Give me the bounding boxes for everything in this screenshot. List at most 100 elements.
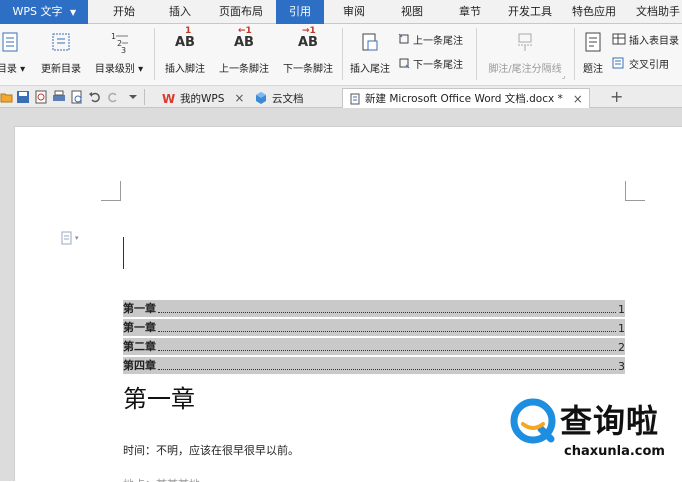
- prev-endnote-icon: [398, 33, 409, 44]
- prev-footnote-label: 上一条脚注: [219, 64, 269, 75]
- margin-corner-top-right: [625, 181, 645, 201]
- toc-entry-page: 3: [618, 360, 625, 373]
- redo-icon[interactable]: [106, 90, 120, 104]
- toc-entry[interactable]: 第四章 3: [123, 357, 625, 374]
- insert-table-toc-button[interactable]: 插入表目录: [612, 30, 679, 48]
- toc-button[interactable]: 目录 ▾: [0, 28, 26, 80]
- app-name: WPS 文字: [12, 5, 63, 18]
- svg-text:1: 1: [111, 32, 116, 41]
- toolbar-divider: [144, 89, 145, 105]
- undo-icon[interactable]: [88, 90, 102, 104]
- caption-label: 题注: [583, 64, 603, 75]
- ribbon-separator: [574, 28, 575, 80]
- tab-view[interactable]: 视图: [392, 0, 432, 24]
- tab-document-label: 新建 Microsoft Office Word 文档.docx *: [365, 93, 563, 105]
- ribbon: 目录 ▾ 更新目录 123 目录级别 ▾ AB 1 插入脚注 AB ←1 上一条脚注…: [0, 24, 682, 86]
- next-footnote-label: 下一条脚注: [283, 64, 333, 75]
- toc-entry-page: 1: [618, 322, 625, 335]
- tab-insert[interactable]: 插入: [160, 0, 200, 24]
- next-endnote-button[interactable]: 下一条尾注: [398, 54, 463, 72]
- toc-entry-title: 第一章: [123, 321, 156, 334]
- insert-footnote-button[interactable]: AB 1 插入脚注: [160, 26, 210, 80]
- toc-leader: [158, 350, 616, 351]
- tab-start[interactable]: 开始: [104, 0, 144, 24]
- wps-w-icon: W: [162, 92, 175, 104]
- toc-entry[interactable]: 第一章 1: [123, 319, 625, 336]
- tab-features[interactable]: 特色应用: [566, 0, 622, 24]
- update-toc-button[interactable]: 更新目录: [38, 28, 84, 80]
- cross-reference-label: 交叉引用: [629, 59, 669, 71]
- close-icon[interactable]: ×: [573, 92, 583, 106]
- insert-endnote-button[interactable]: 插入尾注: [346, 28, 394, 80]
- open-folder-icon[interactable]: [0, 90, 14, 104]
- next-footnote-icon: AB →1: [298, 25, 318, 50]
- close-icon[interactable]: ×: [234, 91, 244, 105]
- watermark-text: 查询啦: [560, 402, 660, 440]
- next-endnote-label: 下一条尾注: [413, 59, 463, 71]
- next-footnote-button[interactable]: AB →1 下一条脚注: [278, 25, 338, 80]
- caption-icon: [578, 28, 608, 56]
- insert-footnote-label: 插入脚注: [165, 64, 205, 75]
- wps-app-menu-button[interactable]: WPS 文字 ▼: [0, 0, 88, 24]
- prev-endnote-label: 上一条尾注: [413, 35, 463, 47]
- tab-references[interactable]: 引用: [276, 0, 324, 24]
- tab-doc-assistant[interactable]: 文档助手: [630, 0, 682, 24]
- watermark: 查询啦 chaxunla.com: [508, 392, 682, 481]
- toc-entry-title: 第一章: [123, 302, 156, 315]
- new-tab-plus-icon[interactable]: +: [610, 87, 623, 106]
- tab-section[interactable]: 章节: [450, 0, 490, 24]
- export-pdf-icon[interactable]: [34, 90, 48, 104]
- svg-text:W: W: [162, 92, 175, 104]
- table-toc-icon: [612, 33, 626, 45]
- toc-entry-page: 1: [618, 303, 625, 316]
- tab-page-layout[interactable]: 页面布局: [212, 0, 270, 24]
- toc-entry[interactable]: 第一章 1: [123, 300, 625, 317]
- cloud-cube-icon: [256, 92, 266, 104]
- toc-leader: [158, 331, 616, 332]
- caption-button[interactable]: 题注: [578, 28, 608, 80]
- cross-reference-icon: [612, 57, 624, 69]
- dialog-launcher-icon[interactable]: ⌟: [562, 72, 565, 80]
- toc-icon: [0, 28, 26, 56]
- body-paragraph-cut-off: 地点：某某某地: [123, 476, 200, 482]
- body-paragraph: 时间：不明，应该在很早很早以前。: [123, 444, 299, 457]
- tab-review[interactable]: 审阅: [334, 0, 374, 24]
- paragraph-handle[interactable]: ▾: [61, 231, 79, 245]
- tab-my-wps-label: 我的WPS: [180, 92, 225, 105]
- ribbon-separator: [154, 28, 155, 80]
- next-endnote-icon: [399, 58, 410, 69]
- insert-endnote-icon: [346, 28, 394, 56]
- chevron-down-icon[interactable]: [126, 90, 140, 104]
- tab-cloud-docs[interactable]: 云文档 ×: [254, 88, 354, 108]
- toc-level-icon: 123: [90, 28, 148, 56]
- toc-level-button[interactable]: 123 目录级别 ▾: [90, 28, 148, 80]
- footnote-separator-button[interactable]: 脚注/尾注分隔线: [480, 28, 570, 80]
- insert-endnote-label: 插入尾注: [350, 64, 390, 75]
- margin-corner-top-left: [101, 181, 121, 201]
- chevron-down-icon: ▼: [70, 8, 77, 17]
- footnote-separator-label: 脚注/尾注分隔线: [488, 64, 562, 75]
- insert-table-toc-label: 插入表目录: [629, 35, 679, 47]
- print-preview-icon[interactable]: [70, 90, 84, 104]
- toc-entry-title: 第二章: [123, 340, 156, 353]
- tab-document[interactable]: 新建 Microsoft Office Word 文档.docx * ×: [342, 88, 590, 108]
- update-toc-icon: [38, 28, 84, 56]
- chevron-down-icon: ▾: [75, 234, 79, 242]
- toc-label: 目录: [0, 64, 17, 75]
- ribbon-separator: [342, 28, 343, 80]
- tab-developer[interactable]: 开发工具: [502, 0, 558, 24]
- toc-entry-title: 第四章: [123, 359, 156, 372]
- save-icon[interactable]: [16, 90, 30, 104]
- prev-footnote-icon: AB ←1: [234, 25, 254, 50]
- toc-entry[interactable]: 第二章 2: [123, 338, 625, 355]
- document-icon: [350, 93, 360, 104]
- tab-my-wps[interactable]: W 我的WPS ×: [162, 88, 244, 108]
- separator-icon: [480, 28, 570, 56]
- cross-reference-button[interactable]: 交叉引用: [612, 54, 669, 72]
- prev-endnote-button[interactable]: 上一条尾注: [398, 30, 463, 48]
- prev-footnote-button[interactable]: AB ←1 上一条脚注: [214, 25, 274, 80]
- print-icon[interactable]: [52, 90, 66, 104]
- toc-entry-page: 2: [618, 341, 625, 354]
- update-toc-label: 更新目录: [41, 64, 81, 75]
- menu-bar: WPS 文字 ▼ 开始 插入 页面布局 引用 审阅 视图 章节 开发工具 特色应…: [0, 0, 682, 24]
